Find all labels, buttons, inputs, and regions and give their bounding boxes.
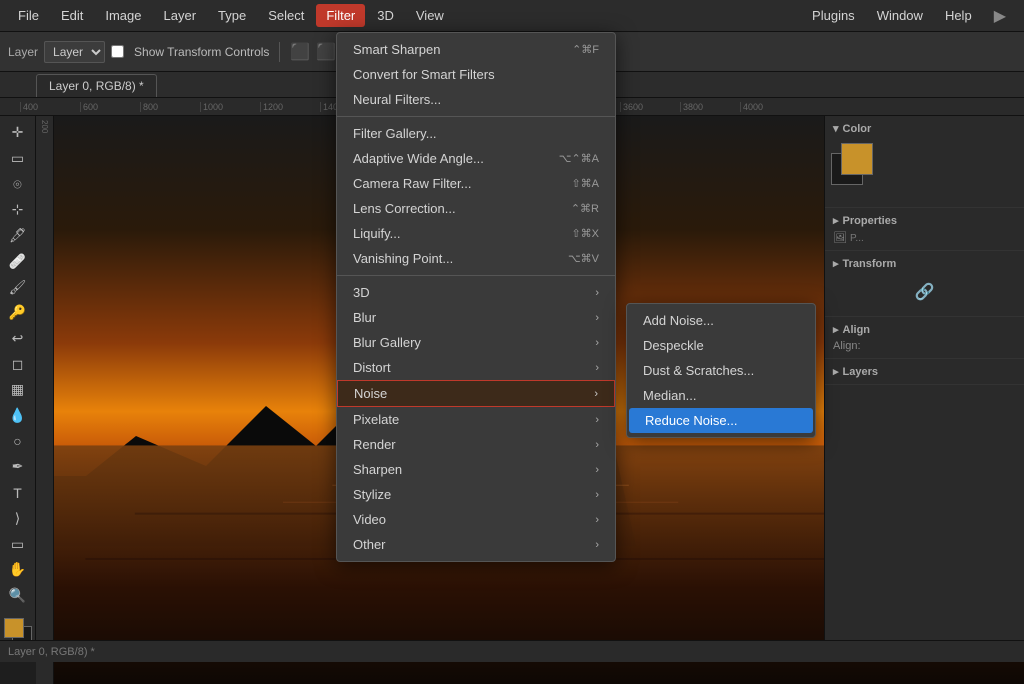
foreground-color-swatch[interactable] (841, 143, 873, 175)
transform-body: 🔗 (833, 270, 1016, 310)
menu-image[interactable]: Image (95, 4, 151, 27)
menu-3d[interactable]: 3D (367, 4, 404, 27)
transform-section-title[interactable]: ▸ Transform (833, 257, 1016, 270)
transform-section: ▸ Transform 🔗 (825, 251, 1024, 317)
ruler-tick: 3200 (500, 102, 560, 112)
ruler-tick: 1200 (260, 102, 320, 112)
ruler-tick: 600 (80, 102, 140, 112)
chevron-right-icon-2: ▸ (833, 257, 839, 270)
status-bar: Layer 0, RGB/8) * (0, 640, 1024, 662)
eraser-tool[interactable]: ◻ (4, 353, 32, 375)
layers-section-title[interactable]: ▸ Layers (833, 365, 1016, 378)
layers-section: ▸ Layers (825, 359, 1024, 385)
document-tab[interactable]: Layer 0, RGB/8) * (36, 74, 157, 97)
pen-tool[interactable]: ✒ (4, 456, 32, 478)
menu-bar: File Edit Image Layer Type Select Filter… (0, 0, 1024, 32)
ruler-tick: 1400 (320, 102, 380, 112)
menu-window[interactable]: Window (867, 4, 933, 27)
brush-tool[interactable]: 🖌 (4, 276, 32, 298)
ruler-tick: 400 (20, 102, 80, 112)
ruler-tick: 3600 (620, 102, 680, 112)
play-button[interactable]: ▶ (984, 2, 1016, 30)
blur-tool[interactable]: 💧 (4, 405, 32, 427)
chevron-right-icon-3: ▸ (833, 323, 839, 336)
show-transform-label: Show Transform Controls (134, 45, 269, 59)
layer-select[interactable]: Layer (44, 41, 105, 63)
properties-section: ▸ Properties 🖼 P... (825, 208, 1024, 251)
ruler-horizontal: 400 600 800 1000 1200 1400 1600 3000 320… (0, 98, 1024, 116)
menu-select[interactable]: Select (258, 4, 314, 27)
align-body: Align: (833, 336, 1016, 352)
dodge-tool[interactable]: ○ (4, 430, 32, 452)
zoom-tool[interactable]: 🔍 (4, 585, 32, 607)
chevron-down-icon: ▾ (833, 122, 839, 135)
gradient-tool[interactable]: ▦ (4, 379, 32, 401)
align-section: ▸ Align Align: (825, 317, 1024, 359)
background-color[interactable] (4, 618, 24, 638)
shape-tool[interactable]: ▭ (4, 533, 32, 555)
properties-section-title[interactable]: ▸ Properties (833, 214, 1016, 227)
color-section-title[interactable]: ▾ Color (833, 122, 1016, 135)
ruler-vertical: 200 (36, 116, 54, 684)
menu-view[interactable]: View (406, 4, 454, 27)
tools-panel: ✛ ▭ ⌾ ⊹ 🖋 🩹 🖌 🔑 ↩ ◻ ▦ 💧 ○ ✒ T ⟩ ▭ ✋ 🔍 (0, 116, 36, 640)
properties-body: 🖼 P... (833, 227, 1016, 244)
move-tool[interactable]: ✛ (4, 122, 32, 144)
hand-tool[interactable]: ✋ (4, 559, 32, 581)
ruler-tick: 3000 (440, 102, 500, 112)
history-brush-tool[interactable]: ↩ (4, 328, 32, 350)
status-text: Layer 0, RGB/8) * (8, 646, 95, 658)
menu-help[interactable]: Help (935, 4, 982, 27)
ruler-tick: 800 (140, 102, 200, 112)
menu-layer[interactable]: Layer (154, 4, 207, 27)
color-swatches (833, 135, 1016, 201)
select-rect-tool[interactable]: ▭ (4, 148, 32, 170)
lasso-tool[interactable]: ⌾ (4, 173, 32, 195)
properties-type: P... (850, 233, 864, 244)
ruler-tick: 3400 (560, 102, 620, 112)
menu-edit[interactable]: Edit (51, 4, 93, 27)
toolbar: Layer Layer Show Transform Controls ⬛ ⬛ … (0, 32, 1024, 72)
menu-plugins[interactable]: Plugins (802, 4, 865, 27)
path-tool[interactable]: ⟩ (4, 508, 32, 530)
properties-icon: 🖼 (833, 232, 847, 244)
color-section: ▾ Color (825, 116, 1024, 208)
menu-filter[interactable]: Filter (316, 4, 365, 27)
align-section-title[interactable]: ▸ Align (833, 323, 1016, 336)
tab-bar: Layer 0, RGB/8) * (0, 72, 1024, 98)
eyedropper-tool[interactable]: 🖋 (4, 225, 32, 247)
chevron-right-icon-4: ▸ (833, 365, 839, 378)
align-left-icon[interactable]: ⬛ (290, 42, 310, 62)
move-icon[interactable]: ✛ (357, 43, 369, 60)
crop-tool[interactable]: ⊹ (4, 199, 32, 221)
ruler-tick: 4000 (740, 102, 800, 112)
link-icon: 🔗 (915, 282, 935, 302)
camera-icon[interactable]: 📷 (375, 43, 392, 60)
menu-file[interactable]: File (8, 4, 49, 27)
layer-label: Layer (8, 45, 38, 59)
text-tool[interactable]: T (4, 482, 32, 504)
ruler-tick: 1600 (380, 102, 440, 112)
menu-type[interactable]: Type (208, 4, 256, 27)
chevron-right-icon: ▸ (833, 214, 839, 227)
ruler-tick: 3800 (680, 102, 740, 112)
align-center-icon[interactable]: ⬛ (316, 42, 336, 62)
properties-panel: ▾ Color ▸ Properties 🖼 P... ▸ (824, 116, 1024, 640)
toolbar-divider-2 (346, 42, 347, 62)
show-transform-checkbox[interactable] (111, 45, 124, 58)
ruler-tick: 1000 (200, 102, 260, 112)
heal-tool[interactable]: 🩹 (4, 251, 32, 273)
toolbar-divider (279, 42, 280, 62)
clone-tool[interactable]: 🔑 (4, 302, 32, 324)
